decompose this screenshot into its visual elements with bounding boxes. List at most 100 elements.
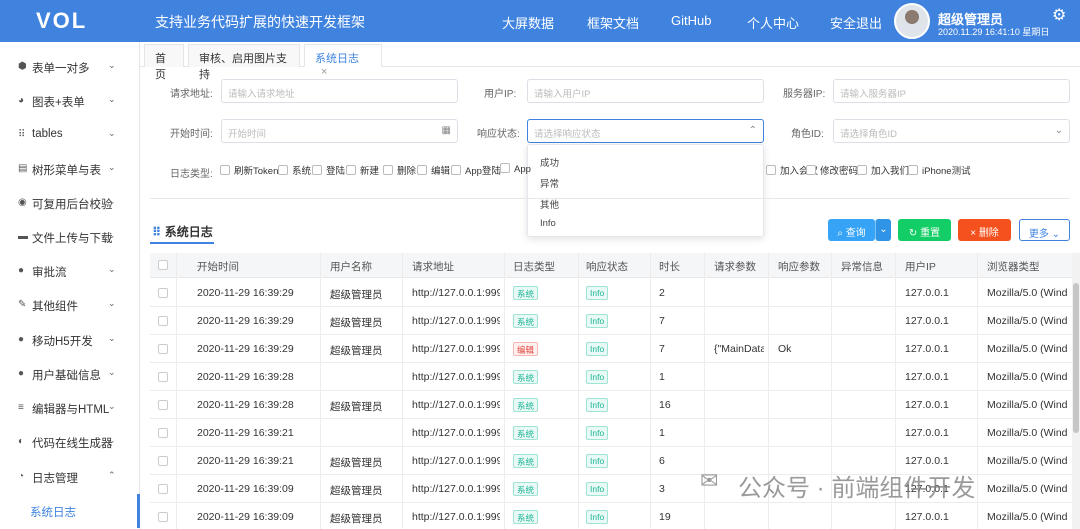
sidebar-item[interactable]: ● 移动H5开发 ⌄ <box>0 323 140 357</box>
cell-time: 2020-11-29 16:39:28 <box>197 399 294 411</box>
sidebar-item[interactable]: ◉ 可复用后台校验 ⌄ <box>0 186 140 220</box>
option-success[interactable]: 成功 <box>540 155 559 169</box>
table-row[interactable]: 2020-11-29 16:39:21 http://127.0.0.1:9991… <box>150 419 1080 447</box>
log-type-checkbox[interactable]: App登陆 <box>451 163 501 179</box>
row-checkbox[interactable] <box>158 456 168 466</box>
tab-home[interactable]: 首页 <box>144 44 184 81</box>
log-type-checkbox[interactable]: 刷新Token <box>220 163 278 179</box>
nav-github[interactable]: GitHub <box>671 13 711 28</box>
checkbox-box <box>312 165 322 175</box>
search-dropdown-button[interactable]: ⌄ <box>875 219 891 241</box>
row-checkbox[interactable] <box>158 316 168 326</box>
tab-syslog[interactable]: 系统日志× <box>304 44 382 78</box>
row-checkbox[interactable] <box>158 344 168 354</box>
users-icon: ● <box>18 368 25 379</box>
sidebar-item[interactable]: ▤ 树形菜单与表 ⌄ <box>0 152 140 186</box>
nav-logout[interactable]: 安全退出 <box>830 13 882 32</box>
log-type-checkbox[interactable]: 编辑 <box>417 163 450 179</box>
checkbox-box <box>451 165 461 175</box>
chevron-up-icon: ⌃ <box>108 470 116 480</box>
cell-ip: 127.0.0.1 <box>905 427 949 439</box>
reset-button[interactable]: ↻ 重置 <box>898 219 951 241</box>
column-header[interactable]: 异常信息 <box>841 259 883 274</box>
column-header[interactable]: 用户IP <box>905 259 936 274</box>
log-type-checkbox[interactable]: 新建 <box>346 163 379 179</box>
log-type-checkbox[interactable]: iPhone测试 <box>908 163 971 179</box>
table-row[interactable]: 2020-11-29 16:39:29 超级管理员 http://127.0.0.1… <box>150 335 1080 363</box>
table-scrollbar[interactable] <box>1072 253 1080 529</box>
sidebar-item[interactable]: ◕ 图表+表单 ⌄ <box>0 84 140 118</box>
column-header[interactable]: 响应状态 <box>586 259 628 274</box>
row-checkbox[interactable] <box>158 288 168 298</box>
more-button[interactable]: 更多 ⌄ <box>1019 219 1070 241</box>
row-checkbox[interactable] <box>158 512 168 522</box>
column-header[interactable]: 用户名称 <box>330 259 372 274</box>
top-bar: VOL 支持业务代码扩展的快速开发框架 大屏数据 框架文档 GitHub 个人中… <box>0 0 1080 42</box>
column-header[interactable]: 开始时间 <box>197 259 239 274</box>
row-checkbox[interactable] <box>158 372 168 382</box>
sidebar-item[interactable]: ● 用户基础信息 ⌄ <box>0 357 140 391</box>
column-header[interactable]: 时长 <box>659 259 680 274</box>
sidebar-item[interactable]: ⠿ tables ⌄ <box>0 118 140 152</box>
row-checkbox[interactable] <box>158 428 168 438</box>
search-button[interactable]: ⌕ 查询 <box>828 219 875 241</box>
column-header[interactable]: 日志类型 <box>513 259 555 274</box>
cell-ua: Mozilla/5.0 (Wind <box>987 399 1068 411</box>
url-input[interactable]: 请输入请求地址 <box>221 79 458 103</box>
nav-docs[interactable]: 框架文档 <box>587 13 639 32</box>
row-checkbox[interactable] <box>158 484 168 494</box>
log-type-checkbox[interactable]: App <box>500 163 531 179</box>
checkbox-label: 登陆 <box>326 166 346 177</box>
close-icon[interactable]: × <box>321 66 327 78</box>
cell-url: http://127.0.0.1:9991/ <box>412 343 500 355</box>
column-header[interactable]: 响应参数 <box>778 259 820 274</box>
sidebar-item-syslog[interactable]: 系统日志 <box>0 494 140 528</box>
user-ip-input[interactable]: 请输入用户IP <box>527 79 764 103</box>
avatar[interactable] <box>894 3 930 39</box>
gear-icon[interactable]: ⚙ <box>1052 5 1066 25</box>
sidebar-item-label: 日志管理 <box>32 473 78 485</box>
log-type-checkbox[interactable]: 加入我们 <box>857 163 909 179</box>
table-row[interactable]: 2020-11-29 16:39:28 http://127.0.0.1:9991… <box>150 363 1080 391</box>
cell-dur: 2 <box>659 287 665 299</box>
scroll-thumb[interactable] <box>1073 283 1079 433</box>
cell-status: Info <box>586 454 609 468</box>
status-select[interactable]: 请选择响应状态 ⌃ <box>527 119 764 143</box>
start-time-input[interactable]: 开始时间 ▦ <box>221 119 458 143</box>
sidebar-item[interactable]: ≡ 编辑器与HTML ⌄ <box>0 391 140 425</box>
cell-ua: Mozilla/5.0 (Wind <box>987 371 1068 383</box>
table-row[interactable]: 2020-11-29 16:39:29 超级管理员 http://127.0.0.1… <box>150 279 1080 307</box>
nav-bigscreen[interactable]: 大屏数据 <box>502 13 554 32</box>
reset-label: 重置 <box>920 228 941 239</box>
sidebar-item[interactable]: ● 审批流 ⌄ <box>0 254 140 288</box>
tab-label: 系统日志 <box>315 53 359 65</box>
column-header[interactable]: 请求地址 <box>412 259 454 274</box>
server-ip-input[interactable]: 请输入服务器IP <box>833 79 1070 103</box>
tab-audit[interactable]: 审核、启用图片支持 <box>188 44 300 81</box>
sidebar-item[interactable]: ◔ 日志管理 ⌃ <box>0 460 140 494</box>
sidebar-item[interactable]: ⬢ 表单一对多 ⌄ <box>0 50 140 84</box>
sidebar-item[interactable]: ▬ 文件上传与下载 ⌄ <box>0 220 140 254</box>
nav-profile[interactable]: 个人中心 <box>747 13 799 32</box>
column-header[interactable]: 浏览器类型 <box>987 259 1040 274</box>
table-row[interactable]: 2020-11-29 16:39:29 超级管理员 http://127.0.0.1… <box>150 307 1080 335</box>
delete-button[interactable]: × 删除 <box>958 219 1011 241</box>
option-info[interactable]: Info <box>540 218 556 229</box>
option-error[interactable]: 异常 <box>540 176 559 190</box>
select-all-checkbox[interactable] <box>158 260 168 270</box>
option-other[interactable]: 其他 <box>540 197 559 211</box>
role-select[interactable]: 请选择角色ID ⌄ <box>833 119 1070 143</box>
column-header[interactable]: 请求参数 <box>714 259 756 274</box>
chevron-down-icon: ⌄ <box>1054 125 1063 136</box>
sidebar-item[interactable]: ✎ 其他组件 ⌄ <box>0 288 140 322</box>
log-type-checkbox[interactable]: 登陆 <box>312 163 345 179</box>
cell-time: 2020-11-29 16:39:21 <box>197 427 294 439</box>
row-checkbox[interactable] <box>158 400 168 410</box>
log-type-checkbox[interactable]: 修改密码 <box>806 163 858 179</box>
sidebar-item[interactable]: ◐ 代码在线生成器 ⌄ <box>0 425 140 459</box>
cell-user: 超级管理员 <box>330 513 383 525</box>
log-type-checkbox[interactable]: 删除 <box>383 163 416 179</box>
table-row[interactable]: 2020-11-29 16:39:09 超级管理员 http://127.0.0.1… <box>150 503 1080 529</box>
table-row[interactable]: 2020-11-29 16:39:28 超级管理员 http://127.0.0.1… <box>150 391 1080 419</box>
log-type-checkbox[interactable]: 系统 <box>278 163 311 179</box>
